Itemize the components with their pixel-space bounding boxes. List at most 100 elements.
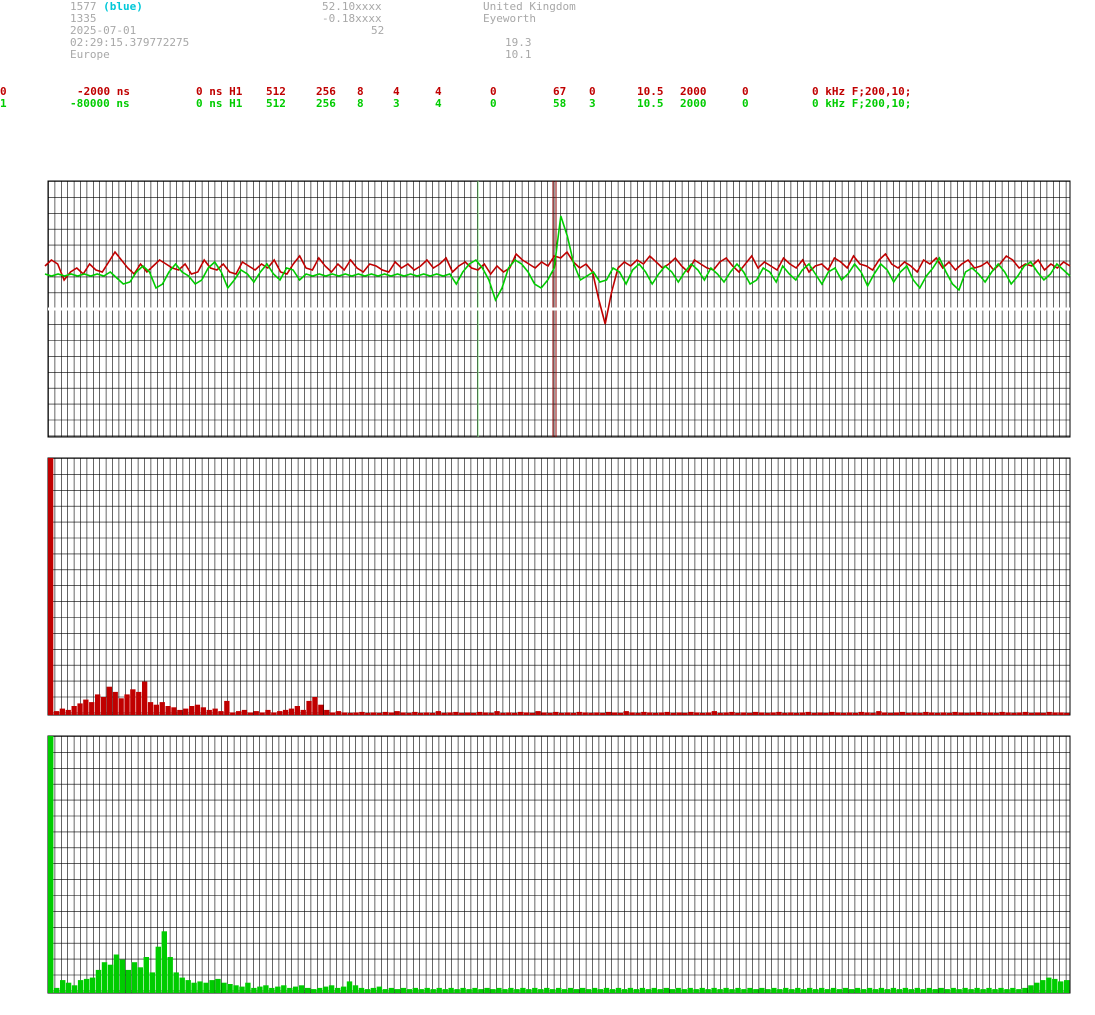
spectrum-1-bar bbox=[854, 987, 861, 993]
spectrum-0-bar bbox=[335, 711, 342, 715]
spectrum-1-bar bbox=[962, 987, 968, 993]
spectrum-0-bar bbox=[1058, 712, 1064, 715]
spectrum-1-bar bbox=[388, 987, 395, 993]
spectrum-1-bar bbox=[394, 989, 400, 993]
spectrum-0-bar bbox=[793, 712, 800, 715]
oscilloscope-chart bbox=[44, 180, 1071, 994]
spectrum-0-bar bbox=[412, 711, 418, 715]
spectrum-0-bar bbox=[206, 709, 212, 715]
spectrum-0-bar bbox=[529, 712, 535, 715]
spectrum-0-bar bbox=[664, 711, 670, 715]
spectrum-0-bar bbox=[312, 697, 318, 715]
spectrum-0-bar bbox=[1005, 712, 1011, 715]
spectrum-0-bar bbox=[247, 712, 253, 715]
spectrum-0-bar bbox=[788, 712, 794, 715]
spectrum-0-bar bbox=[95, 694, 101, 715]
spectrum-1-bar bbox=[932, 989, 938, 993]
spectrum-1-bar bbox=[233, 985, 239, 993]
spectrum-0-bar bbox=[629, 712, 635, 715]
spectrum-1-bar bbox=[860, 989, 867, 993]
spectrum-1-bar bbox=[1028, 985, 1034, 993]
spectrum-0-bar bbox=[893, 712, 900, 715]
spectrum-1-bar bbox=[550, 989, 556, 993]
spectrum-1-bar bbox=[281, 985, 287, 993]
spectrum-0-bar bbox=[1017, 712, 1023, 715]
spectrum-1-bar bbox=[1022, 987, 1028, 993]
spectrum-1-bar bbox=[538, 989, 544, 993]
spectrum-0-bar bbox=[1040, 712, 1046, 715]
spectrum-1-bar bbox=[514, 989, 520, 993]
spectrum-1-bar bbox=[735, 987, 741, 993]
spectrum-0-bar bbox=[817, 712, 823, 715]
spectrum-1-bar bbox=[1058, 981, 1064, 993]
spectrum-1-bar bbox=[657, 989, 663, 993]
spectrum-0-bar bbox=[171, 707, 177, 715]
spectrum-1-bar bbox=[316, 987, 323, 993]
spectrum-1-bar bbox=[466, 989, 472, 993]
spectrum-1-bar bbox=[741, 989, 747, 993]
spectrum-1-bar bbox=[998, 987, 1004, 993]
spectrum-1-bar bbox=[556, 987, 562, 993]
spectrum-0-bar bbox=[488, 712, 494, 715]
spectrum-1-bar bbox=[1064, 980, 1070, 993]
spectrum-1-bar bbox=[173, 972, 179, 993]
spectrum-0-bar bbox=[588, 712, 594, 715]
spectrum-0-bar bbox=[124, 694, 130, 715]
spectrum-1-bar bbox=[813, 989, 819, 993]
spectrum-1-bar bbox=[759, 987, 765, 993]
spectrum-1-bar bbox=[681, 989, 687, 993]
spectrum-0-bar bbox=[447, 712, 453, 715]
spectrum-1-bar bbox=[60, 980, 66, 993]
spectrum-1-bar bbox=[1046, 977, 1052, 993]
spectrum-1-bar bbox=[1004, 989, 1010, 993]
spectrum-1-bar bbox=[729, 989, 735, 993]
spectrum-1-bar bbox=[830, 987, 837, 993]
spectrum-0-bar bbox=[658, 712, 665, 715]
spectrum-0-bar bbox=[958, 712, 964, 715]
spectrum-0-bar bbox=[870, 712, 876, 715]
spectrum-1-bar bbox=[562, 989, 568, 993]
spectrum-1-bar bbox=[669, 989, 675, 993]
spectrum-0-bar bbox=[53, 711, 60, 715]
spectrum-1-bar bbox=[239, 986, 245, 993]
spectrum-1-bar bbox=[305, 987, 311, 993]
spectrum-1-bar bbox=[125, 969, 132, 993]
spectrum-0-bar bbox=[65, 709, 71, 715]
spectrum-1-bar bbox=[227, 984, 233, 993]
spectrum-0-bar bbox=[165, 706, 171, 715]
spectrum-0-bar bbox=[976, 711, 982, 715]
spectrum-0-bar bbox=[359, 711, 365, 715]
spectrum-0-bar bbox=[576, 711, 582, 715]
spectrum-1-bar bbox=[454, 989, 460, 993]
spectrum-0-bar bbox=[506, 712, 512, 715]
spectrum-0-bar bbox=[946, 712, 952, 715]
spectrum-1-bar bbox=[520, 987, 526, 993]
spectrum-0-bar bbox=[159, 702, 165, 715]
spectrum-0-bar bbox=[470, 712, 477, 715]
spectrum-0-bar bbox=[1034, 712, 1041, 715]
spectrum-0-bar bbox=[224, 700, 230, 715]
spectrum-0-bar bbox=[952, 711, 958, 715]
spectrum-1-bar bbox=[1016, 989, 1022, 993]
spectrum-0-bar bbox=[764, 712, 770, 715]
spectrum-0-bar bbox=[271, 712, 277, 715]
spectrum-0-bar bbox=[523, 712, 530, 715]
spectrum-0-bar bbox=[805, 711, 811, 715]
spectrum-1-bar bbox=[878, 987, 885, 993]
spectrum-1-bar bbox=[1052, 978, 1058, 993]
spectrum-1-bar bbox=[131, 962, 138, 993]
spectrum-1-bar bbox=[926, 987, 932, 993]
spectrum-0-bar bbox=[535, 711, 541, 715]
spectrum-1-bar bbox=[597, 989, 604, 993]
spectrum-0-bar bbox=[512, 712, 518, 715]
spectrum-1-bar bbox=[161, 931, 167, 993]
spectrum-0-bar bbox=[594, 712, 600, 715]
spectrum-1-bar bbox=[412, 987, 418, 993]
spectrum-1-bar bbox=[771, 987, 777, 993]
spectrum-1-bar bbox=[621, 989, 628, 993]
spectrum-1-bar bbox=[747, 987, 753, 993]
spectrum-0-bar bbox=[987, 712, 994, 715]
spectrum-1-bar bbox=[633, 989, 640, 993]
spectrum-0-bar bbox=[230, 712, 236, 715]
spectrum-0-bar bbox=[406, 712, 412, 715]
